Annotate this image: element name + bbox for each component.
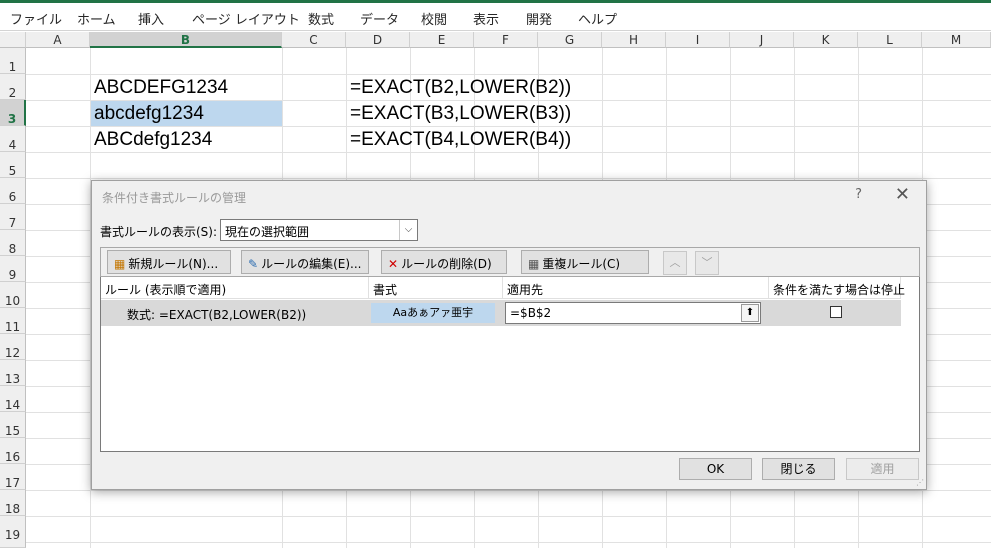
- column-header[interactable]: A: [26, 32, 90, 48]
- rules-list[interactable]: ルール (表示順で適用) 書式 適用先 条件を満たす場合は停止 数式: =EXA…: [100, 277, 920, 452]
- rule-formula: 数式: =EXACT(B2,LOWER(B2)): [127, 308, 307, 322]
- grid-line: [26, 178, 991, 179]
- tab-developer[interactable]: 開発: [526, 9, 552, 28]
- cell-b3[interactable]: abcdefg1234: [91, 101, 282, 126]
- row-header[interactable]: 5: [0, 152, 26, 178]
- row-header[interactable]: 16: [0, 438, 26, 464]
- tab-file[interactable]: ファイル: [10, 9, 62, 28]
- tab-review[interactable]: 校閲: [421, 9, 447, 28]
- tab-home[interactable]: ホーム: [77, 9, 116, 28]
- row-header[interactable]: 15: [0, 412, 26, 438]
- duplicate-rule-button[interactable]: ▦ 重複ルール(C): [521, 250, 649, 274]
- row-header[interactable]: 4: [0, 126, 26, 152]
- cell-b4[interactable]: ABCdefg1234: [91, 127, 282, 152]
- col-stop-header: 条件を満たす場合は停止: [769, 277, 905, 299]
- ribbon-tabs: ファイル ホーム 挿入 ページ レイアウト 数式 データ 校閲 表示 開発 ヘル…: [0, 3, 991, 31]
- edit-icon: ✎: [248, 257, 259, 271]
- row-header[interactable]: 10: [0, 282, 26, 308]
- row-header[interactable]: 7: [0, 204, 26, 230]
- column-header[interactable]: F: [474, 32, 538, 48]
- delete-rule-button[interactable]: ✕ ルールの削除(D): [381, 250, 507, 274]
- tab-data[interactable]: データ: [360, 9, 399, 28]
- row-header[interactable]: 14: [0, 386, 26, 412]
- table-icon: ▦: [114, 257, 126, 271]
- col-rule-header: ルール (表示順で適用): [101, 277, 369, 299]
- tab-formulas[interactable]: 数式: [308, 9, 334, 28]
- row-header[interactable]: 18: [0, 490, 26, 516]
- resize-grip-icon[interactable]: ⋰: [916, 479, 924, 487]
- column-header[interactable]: E: [410, 32, 474, 48]
- tab-page-layout[interactable]: ページ レイアウト: [192, 9, 300, 28]
- row-header[interactable]: 12: [0, 334, 26, 360]
- grid-line: [26, 490, 991, 491]
- show-rules-label: 書式ルールの表示(S):: [100, 225, 218, 239]
- close-icon[interactable]: ✕: [895, 184, 910, 205]
- conditional-format-rules-dialog: 条件付き書式ルールの管理 ? ✕ 書式ルールの表示(S): 現在の選択範囲 ⌵ …: [91, 180, 927, 490]
- move-up-button[interactable]: ︿: [663, 251, 687, 275]
- new-rule-label: 新規ルール(N)...: [128, 257, 219, 271]
- applies-to-input[interactable]: =$B$2 ⬆: [505, 302, 761, 324]
- cell-b2[interactable]: ABCDEFG1234: [91, 75, 282, 100]
- apply-button[interactable]: 適用: [846, 458, 919, 480]
- tab-view[interactable]: 表示: [473, 9, 499, 28]
- row-header[interactable]: 3: [0, 100, 26, 126]
- chevron-down-icon: ﹀: [701, 256, 713, 269]
- tab-help[interactable]: ヘルプ: [578, 9, 617, 28]
- column-header[interactable]: K: [794, 32, 858, 48]
- cell-d3[interactable]: =EXACT(B3,LOWER(B3)): [347, 101, 571, 126]
- cell-d2[interactable]: =EXACT(B2,LOWER(B2)): [347, 75, 571, 100]
- column-header[interactable]: H: [602, 32, 666, 48]
- stop-if-true-checkbox[interactable]: [830, 306, 842, 318]
- select-all-corner[interactable]: [0, 32, 26, 48]
- row-header[interactable]: 8: [0, 230, 26, 256]
- row-header[interactable]: 11: [0, 308, 26, 334]
- chevron-up-icon: ︿: [669, 256, 681, 269]
- column-header[interactable]: M: [922, 32, 991, 48]
- row-header[interactable]: 1: [0, 48, 26, 74]
- cell-d4[interactable]: =EXACT(B4,LOWER(B4)): [347, 127, 571, 152]
- column-header[interactable]: L: [858, 32, 922, 48]
- format-preview: Aaあぁアァ亜宇: [371, 303, 495, 323]
- dialog-title: 条件付き書式ルールの管理: [102, 191, 247, 205]
- column-header[interactable]: B: [90, 32, 282, 48]
- row-header[interactable]: 9: [0, 256, 26, 282]
- grid-line: [26, 152, 991, 153]
- applies-to-value: =$B$2: [510, 306, 552, 320]
- row-header[interactable]: 17: [0, 464, 26, 490]
- rule-row[interactable]: 数式: =EXACT(B2,LOWER(B2)) Aaあぁアァ亜宇 =$B$2 …: [101, 300, 901, 326]
- close-button[interactable]: 閉じる: [762, 458, 835, 480]
- grid-line: [26, 516, 991, 517]
- col-format-header: 書式: [369, 277, 503, 299]
- show-rules-select[interactable]: 現在の選択範囲 ⌵: [220, 219, 418, 241]
- move-down-button[interactable]: ﹀: [695, 251, 719, 275]
- column-header[interactable]: C: [282, 32, 346, 48]
- range-select-icon[interactable]: ⬆: [741, 304, 759, 322]
- column-header[interactable]: J: [730, 32, 794, 48]
- row-header[interactable]: 6: [0, 178, 26, 204]
- new-rule-button[interactable]: ▦ 新規ルール(N)...: [107, 250, 231, 274]
- delete-rule-label: ルールの削除(D): [401, 257, 492, 271]
- col-applies-header: 適用先: [503, 277, 769, 299]
- column-header[interactable]: I: [666, 32, 730, 48]
- edit-rule-label: ルールの編集(E)...: [261, 257, 362, 271]
- edit-rule-button[interactable]: ✎ ルールの編集(E)...: [241, 250, 369, 274]
- column-header[interactable]: G: [538, 32, 602, 48]
- row-header[interactable]: 2: [0, 74, 26, 100]
- chevron-down-icon[interactable]: ⌵: [399, 220, 417, 240]
- row-header[interactable]: 13: [0, 360, 26, 386]
- ok-button[interactable]: OK: [679, 458, 752, 480]
- show-rules-value: 現在の選択範囲: [225, 225, 310, 239]
- help-button[interactable]: ?: [855, 187, 862, 202]
- tab-insert[interactable]: 挿入: [138, 9, 164, 28]
- table-icon: ▦: [528, 257, 540, 271]
- rule-toolbar: ▦ 新規ルール(N)... ✎ ルールの編集(E)... ✕ ルールの削除(D) ▦ 重…: [100, 247, 920, 277]
- column-header[interactable]: D: [346, 32, 410, 48]
- delete-icon: ✕: [388, 257, 399, 271]
- duplicate-rule-label: 重複ルール(C): [542, 257, 621, 271]
- grid-line: [26, 542, 991, 543]
- row-header[interactable]: 19: [0, 516, 26, 548]
